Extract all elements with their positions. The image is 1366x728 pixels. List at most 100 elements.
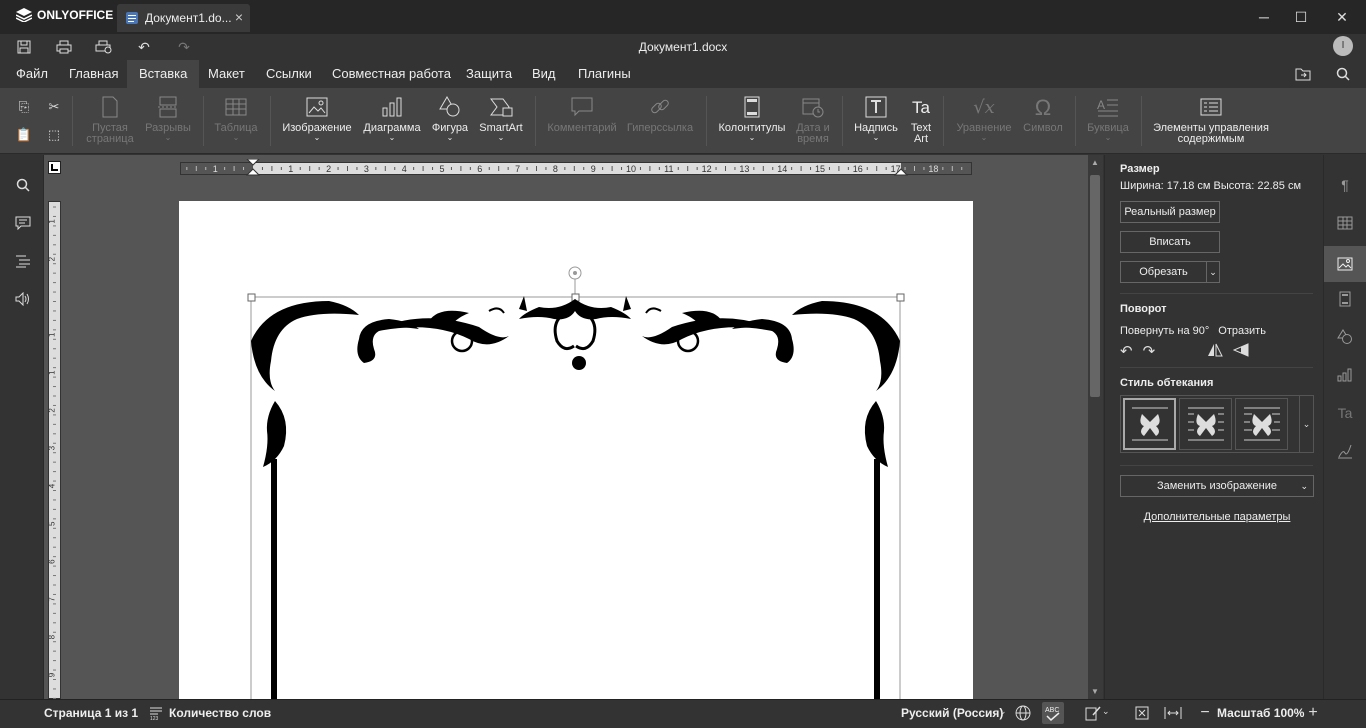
- page-counter[interactable]: Страница 1 из 1: [44, 706, 138, 720]
- speaker-icon[interactable]: [12, 288, 34, 310]
- tab-home[interactable]: Главная: [57, 60, 130, 88]
- document-page[interactable]: [179, 201, 973, 699]
- content-controls-button[interactable]: Элементы управления содержимым: [1150, 94, 1272, 145]
- wrap-square-option[interactable]: [1179, 398, 1232, 450]
- header-footer-button[interactable]: Колонтитулы ⌄: [716, 94, 788, 142]
- replace-image-button[interactable]: Заменить изображение ⌄: [1120, 475, 1314, 497]
- image-button[interactable]: Изображение ⌄: [281, 94, 353, 142]
- dropcap-button[interactable]: A Буквица ⌄: [1085, 94, 1131, 142]
- tab-insert[interactable]: Вставка: [127, 60, 200, 88]
- vertical-scrollbar[interactable]: ▲ ▼: [1088, 155, 1103, 699]
- crop-dropdown-icon[interactable]: ⌄: [1207, 261, 1220, 283]
- smartart-button[interactable]: SmartArt ⌄: [477, 94, 525, 142]
- vruler-label: 2: [49, 256, 57, 261]
- save-icon[interactable]: [13, 37, 35, 57]
- decorative-frame-image[interactable]: [179, 201, 973, 699]
- table-button[interactable]: Таблица ⌄: [210, 94, 262, 142]
- left-indent-marker[interactable]: [246, 159, 260, 177]
- fit-button[interactable]: Вписать: [1120, 231, 1220, 253]
- tab-protection[interactable]: Защита: [454, 60, 524, 88]
- zoom-out-icon[interactable]: −: [1196, 704, 1214, 722]
- chart-settings-icon[interactable]: [1334, 364, 1356, 386]
- wrap-inline-option[interactable]: [1123, 398, 1176, 450]
- quick-print-icon[interactable]: [93, 37, 115, 57]
- signature-settings-icon[interactable]: [1334, 440, 1356, 462]
- scroll-down-icon[interactable]: ▼: [1091, 687, 1099, 696]
- date-time-button[interactable]: Дата и время: [792, 94, 834, 145]
- flip-label: Отразить: [1218, 325, 1266, 337]
- tab-stop-selector[interactable]: [48, 161, 61, 174]
- track-changes-dropdown-icon[interactable]: ⌄: [1102, 706, 1110, 717]
- tab-file[interactable]: Файл: [4, 60, 60, 88]
- word-count[interactable]: Количество слов: [169, 706, 271, 720]
- textart-button[interactable]: Ta Text Art: [906, 94, 936, 145]
- comments-icon[interactable]: [12, 212, 34, 234]
- content-controls-icon: [1200, 94, 1222, 120]
- actual-size-button[interactable]: Реальный размер: [1120, 201, 1220, 223]
- maximize-button[interactable]: ☐: [1290, 7, 1312, 27]
- navigation-icon[interactable]: [12, 250, 34, 272]
- wrap-style-picker[interactable]: ⌄: [1120, 395, 1314, 453]
- redo-icon[interactable]: ↷: [173, 37, 195, 57]
- tab-references[interactable]: Ссылки: [254, 60, 324, 88]
- hyperlink-button[interactable]: Гиперссылка: [625, 94, 695, 134]
- spellcheck-button[interactable]: ABC: [1042, 702, 1064, 724]
- vertical-ruler[interactable]: 12112345678910: [48, 201, 61, 699]
- rotate-left-icon[interactable]: ↶: [1120, 342, 1133, 360]
- print-icon[interactable]: [53, 37, 75, 57]
- zoom-in-icon[interactable]: +: [1304, 704, 1322, 722]
- user-avatar[interactable]: I: [1333, 36, 1353, 56]
- crop-button[interactable]: Обрезать: [1120, 261, 1207, 283]
- flip-horizontal-icon[interactable]: [1207, 343, 1223, 360]
- copy-icon[interactable]: ⎘: [14, 97, 34, 117]
- close-window-button[interactable]: ✕: [1331, 7, 1353, 27]
- cut-icon[interactable]: ✂: [44, 97, 64, 117]
- image-settings-tab[interactable]: [1324, 246, 1366, 282]
- track-changes-icon[interactable]: [1084, 704, 1102, 722]
- tab-collaboration[interactable]: Совместная работа: [320, 60, 463, 88]
- zoom-level[interactable]: Масштаб 100%: [1217, 706, 1304, 720]
- rotate-right-icon[interactable]: ↷: [1143, 342, 1156, 360]
- document-tab[interactable]: Документ1.do... ×: [117, 4, 250, 32]
- comment-button[interactable]: Комментарий: [545, 94, 619, 134]
- wrap-style-dropdown-icon[interactable]: ⌄: [1299, 396, 1313, 452]
- flip-vertical-icon[interactable]: [1232, 342, 1249, 360]
- search-icon[interactable]: [12, 174, 34, 196]
- breaks-button[interactable]: Разрывы ⌄: [142, 94, 194, 142]
- search-icon[interactable]: [1332, 64, 1354, 84]
- tab-close-icon[interactable]: ×: [235, 9, 243, 25]
- blank-page-button[interactable]: Пустая страница: [84, 94, 136, 145]
- textbox-button[interactable]: Надпись ⌄: [851, 94, 901, 142]
- open-location-icon[interactable]: [1292, 64, 1314, 84]
- undo-icon[interactable]: ↶: [133, 37, 155, 57]
- language-dropdown-icon[interactable]: ⌄: [999, 706, 1007, 717]
- equation-button[interactable]: √x Уравнение ⌄: [953, 94, 1015, 142]
- symbol-button[interactable]: Ω Символ: [1020, 94, 1066, 134]
- table-settings-icon[interactable]: [1334, 212, 1356, 234]
- select-all-icon[interactable]: ⬚: [44, 125, 64, 145]
- fit-width-icon[interactable]: [1164, 704, 1182, 722]
- scrollbar-thumb[interactable]: [1090, 175, 1100, 397]
- textart-settings-icon[interactable]: Ta: [1334, 402, 1356, 424]
- shape-button[interactable]: Фигура ⌄: [429, 94, 471, 142]
- right-indent-marker[interactable]: [894, 166, 908, 176]
- horizontal-ruler[interactable]: 1 1 2 3 4 5 6 7 8 9 10 11 12 13 14 15 16 17 18: [180, 159, 972, 177]
- tab-layout[interactable]: Макет: [196, 60, 257, 88]
- app-logo: ONLYOFFICE: [16, 8, 113, 22]
- paragraph-settings-icon[interactable]: ¶: [1334, 174, 1356, 196]
- scroll-up-icon[interactable]: ▲: [1091, 158, 1099, 167]
- tab-view[interactable]: Вид: [520, 60, 568, 88]
- wrap-tight-option[interactable]: [1235, 398, 1288, 450]
- advanced-settings-link[interactable]: Дополнительные параметры: [1144, 511, 1291, 523]
- tab-plugins[interactable]: Плагины: [566, 60, 643, 88]
- paste-icon[interactable]: 📋: [14, 125, 34, 145]
- globe-icon[interactable]: [1014, 704, 1032, 722]
- shape-settings-icon[interactable]: [1334, 326, 1356, 348]
- minimize-button[interactable]: ─: [1253, 7, 1275, 27]
- table-dropdown-icon: ⌄: [232, 133, 240, 142]
- document-workspace[interactable]: 1123456789101112131415161718 12112345678…: [44, 155, 1088, 699]
- language-selector[interactable]: Русский (Россия): [901, 706, 1003, 720]
- fit-page-icon[interactable]: [1133, 704, 1151, 722]
- header-footer-settings-icon[interactable]: [1334, 288, 1356, 310]
- chart-button[interactable]: Диаграмма ⌄: [361, 94, 423, 142]
